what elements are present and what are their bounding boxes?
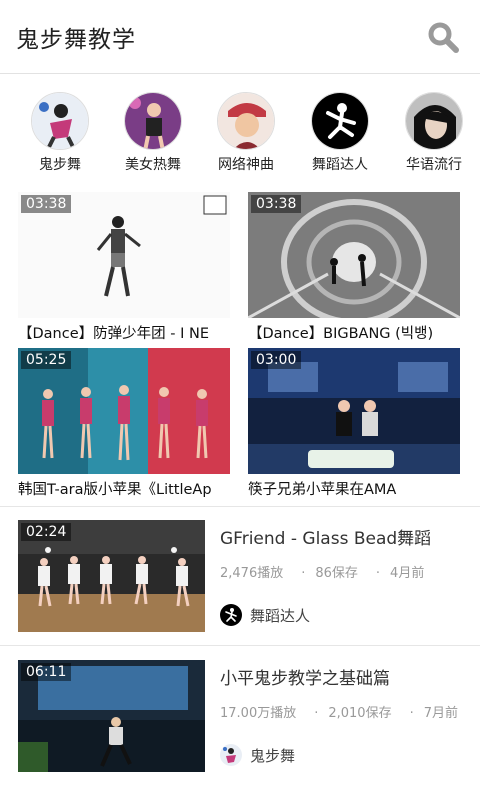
category-label: 鬼步舞: [39, 157, 81, 173]
video-thumbnail: 03:00: [248, 348, 460, 474]
video-duration: 03:38: [251, 195, 302, 213]
category-avatar: [311, 92, 369, 150]
video-thumbnail: 03:38: [248, 192, 460, 318]
divider: [0, 645, 480, 646]
search-icon[interactable]: [426, 20, 460, 54]
author-avatar: [220, 604, 242, 626]
video-thumbnail: 02:24: [18, 520, 205, 632]
upload-age: 4月前: [390, 566, 425, 581]
video-card[interactable]: 03:38 【Dance】防弹少年团 - I NE: [18, 192, 230, 343]
video-thumbnail: 05:25: [18, 348, 230, 474]
category-avatar: [31, 92, 89, 150]
category-item-mandarin-pop[interactable]: 华语流行: [389, 92, 479, 174]
video-title: GFriend - Glass Bead舞蹈: [220, 529, 432, 549]
video-duration: 05:25: [21, 351, 72, 369]
video-list-item[interactable]: 06:11 小平鬼步教学之基础篇 17.00万播放 · 2,010保存 · 7月前 鬼步…: [0, 660, 480, 800]
video-title: 韩国T-ara版小苹果《LittleAp: [18, 482, 212, 498]
divider: [0, 506, 480, 507]
category-item-dance-master[interactable]: 舞蹈达人: [295, 92, 385, 174]
video-thumbnail: 06:11: [18, 660, 205, 772]
video-meta: 17.00万播放 · 2,010保存 · 7月前: [220, 702, 458, 721]
video-title: 小平鬼步教学之基础篇: [220, 669, 390, 689]
video-card[interactable]: 03:38 【Dance】BIGBANG (빅뱅): [248, 192, 460, 343]
category-item-ghost-step[interactable]: 鬼步舞: [15, 92, 105, 174]
video-thumbnail: 03:38: [18, 192, 230, 318]
category-avatar: [217, 92, 275, 150]
video-duration: 06:11: [21, 663, 72, 681]
category-label: 舞蹈达人: [312, 157, 368, 173]
play-count: 2,476播放: [220, 566, 284, 581]
video-meta: 2,476播放 · 86保存 · 4月前: [220, 562, 424, 581]
author-name: 舞蹈达人: [250, 607, 311, 625]
video-duration: 03:38: [21, 195, 72, 213]
video-duration: 02:24: [21, 523, 72, 541]
play-count: 17.00万播放: [220, 706, 297, 721]
video-list-item[interactable]: 02:24 GFriend - Glass Bead舞蹈 2,476播放 · 86保…: [0, 520, 480, 660]
video-title: 【Dance】BIGBANG (빅뱅): [248, 326, 434, 342]
category-avatar: [405, 92, 463, 150]
category-item-beauty-dance[interactable]: 美女热舞: [108, 92, 198, 174]
category-row: 鬼步舞 美女热舞 网络神曲 舞蹈达人 华语流行: [0, 92, 480, 176]
category-label: 网络神曲: [218, 157, 274, 173]
author-avatar: [220, 744, 242, 766]
save-count: 2,010保存: [328, 706, 392, 721]
video-card[interactable]: 03:00 筷子兄弟小苹果在AMA: [248, 348, 460, 499]
video-duration: 03:00: [251, 351, 302, 369]
video-title: 筷子兄弟小苹果在AMA: [248, 482, 397, 498]
app-header: 鬼步舞教学: [0, 0, 480, 74]
category-label: 华语流行: [406, 157, 462, 173]
category-avatar: [124, 92, 182, 150]
save-count: 86保存: [315, 566, 358, 581]
upload-age: 7月前: [423, 706, 458, 721]
video-title: 【Dance】防弹少年团 - I NE: [18, 326, 209, 342]
category-label: 美女热舞: [125, 157, 181, 173]
category-item-internet-songs[interactable]: 网络神曲: [201, 92, 291, 174]
page-title: 鬼步舞教学: [16, 27, 136, 53]
video-card[interactable]: 05:25 韩国T-ara版小苹果《LittleAp: [18, 348, 230, 499]
author-name: 鬼步舞: [250, 747, 296, 765]
